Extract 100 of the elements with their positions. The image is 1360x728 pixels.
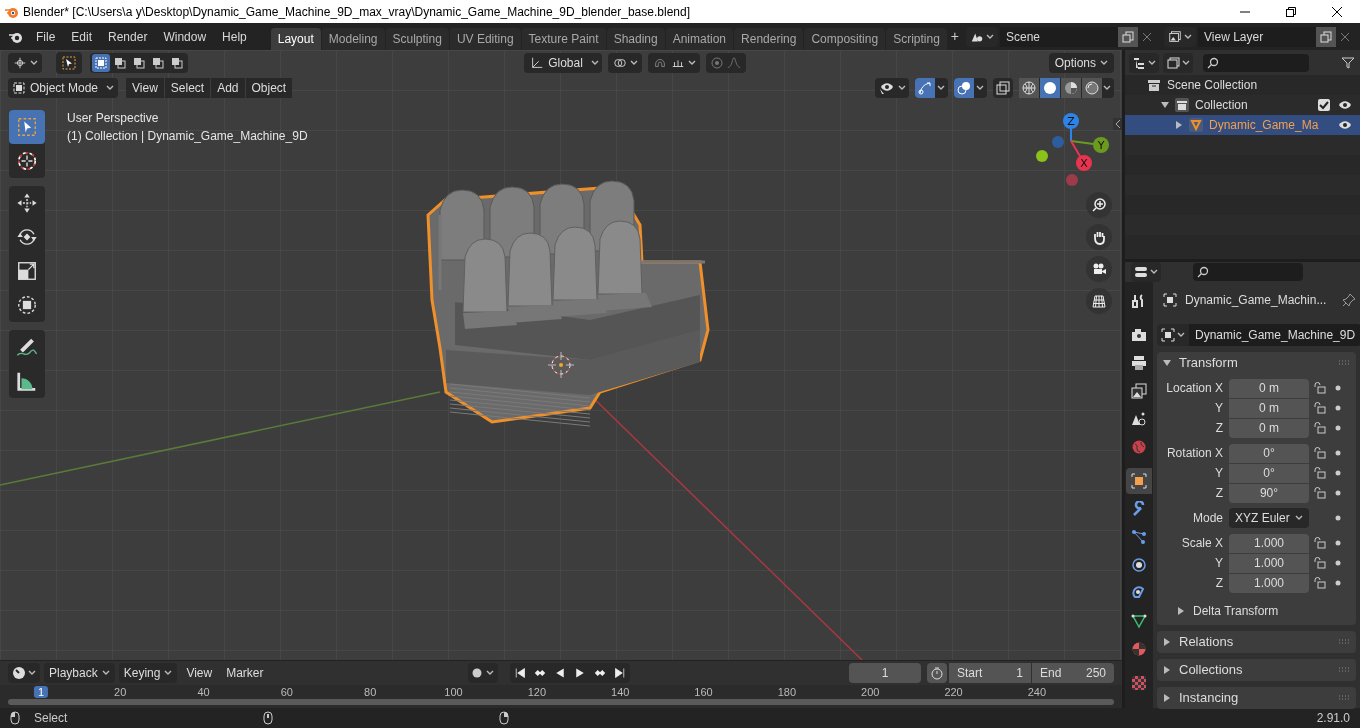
number-field[interactable]: 0 m — [1229, 418, 1309, 438]
menu-item[interactable]: Object — [245, 77, 293, 98]
menu-item[interactable]: Keying — [118, 663, 178, 683]
workspace-tab[interactable]: Rendering — [734, 28, 804, 50]
outliner-row[interactable]: Dynamic_Game_Ma — [1125, 115, 1360, 135]
start-frame-field[interactable]: Start 1 — [949, 663, 1031, 683]
menu-item[interactable]: Window — [155, 25, 215, 48]
scene-field[interactable]: Scene — [1000, 26, 1118, 47]
rotation-mode-dropdown[interactable]: XYZ Euler — [1229, 508, 1309, 528]
workspace-tab[interactable]: Layout — [270, 28, 321, 50]
xray-toggle[interactable] — [993, 77, 1013, 98]
gizmo-toggle[interactable] — [915, 77, 935, 98]
frame-number: 180 — [776, 686, 798, 698]
field-label: Rotation X — [1165, 445, 1224, 462]
mesh-icon — [1189, 118, 1203, 132]
number-field[interactable]: 1.000 — [1229, 553, 1309, 573]
workspace-tab[interactable]: Shading — [606, 28, 665, 50]
new-scene-button[interactable] — [1118, 26, 1138, 47]
search-icon — [1207, 56, 1219, 69]
menu-item[interactable]: Marker — [221, 663, 269, 683]
menu-item[interactable]: View — [181, 663, 218, 683]
workspace-tab[interactable]: Sculpting — [385, 28, 449, 50]
menu-item[interactable]: File — [28, 25, 64, 48]
orientation-dropdown[interactable]: Global — [524, 52, 603, 73]
panel-header[interactable]: Collections — [1157, 659, 1356, 681]
lock-icon — [1313, 467, 1327, 479]
workspace-tab[interactable]: Animation — [665, 28, 734, 50]
search-field[interactable] — [1193, 263, 1303, 281]
workspace-tab[interactable]: Modeling — [321, 28, 385, 50]
axis-gizmo-drawing[interactable]: Z Y X — [1036, 113, 1109, 186]
keyframe-dot-icon — [1335, 425, 1341, 431]
menu-item[interactable]: Playback — [44, 663, 115, 683]
rendered-sphere-icon — [1085, 80, 1099, 95]
filter-icon — [1342, 56, 1354, 69]
checkbox[interactable] — [1318, 99, 1330, 111]
shading-mode-button[interactable] — [1019, 77, 1039, 98]
workspace-tab[interactable]: Texture Paint — [521, 28, 606, 50]
number-field[interactable]: 90° — [1229, 483, 1309, 503]
lock-icon — [1313, 422, 1327, 434]
chevron-down-icon — [164, 670, 173, 676]
number-field[interactable]: 0 m — [1229, 378, 1309, 398]
workspace-tab[interactable]: Scripting — [886, 28, 947, 50]
pan-button[interactable] — [1086, 224, 1112, 250]
workspace-tab[interactable]: Compositing — [804, 28, 886, 50]
lock-icon — [1313, 487, 1327, 499]
workspace-tab[interactable]: UV Editing — [449, 28, 521, 50]
panel-header[interactable]: Instancing — [1157, 687, 1356, 709]
rotate-tool-icon — [16, 226, 38, 248]
view-layer-tab-icon — [1131, 383, 1147, 399]
particles-tab-icon — [1131, 529, 1147, 545]
panel-header[interactable]: Transform — [1157, 352, 1356, 374]
search-icon — [1197, 266, 1209, 278]
options-dropdown[interactable]: Options — [1048, 52, 1114, 73]
tweak-tool-button[interactable] — [56, 51, 82, 74]
data-tab-icon — [1131, 613, 1147, 629]
camera-view-button[interactable] — [1086, 256, 1112, 282]
transform-tool-icon — [16, 294, 38, 316]
menu-item[interactable]: View — [126, 77, 164, 98]
menu-item[interactable]: Render — [100, 25, 156, 48]
frame-number: 80 — [363, 686, 378, 698]
number-field[interactable]: 0° — [1229, 443, 1309, 463]
drag-handle-icon — [1338, 695, 1350, 701]
number-field[interactable]: 1.000 — [1229, 533, 1309, 553]
panel-header[interactable]: Relations — [1157, 631, 1356, 653]
current-frame-field[interactable]: 1 — [849, 663, 921, 683]
zoom-in-icon — [1091, 197, 1107, 213]
end-frame-field[interactable]: End 250 — [1032, 663, 1114, 683]
constraints-tab-icon — [1131, 585, 1147, 601]
cursor-tool-icon — [16, 150, 38, 172]
overlay-toggle[interactable] — [954, 77, 974, 98]
menu-item[interactable]: Help — [214, 25, 255, 48]
frame-number: 120 — [526, 686, 548, 698]
new-view-layer-button[interactable] — [1316, 26, 1336, 47]
menu-item[interactable]: Edit — [63, 25, 101, 48]
object-name-field[interactable]: Dynamic_Game_Machine_9D — [1189, 324, 1360, 346]
selection-mode-button[interactable] — [92, 53, 110, 72]
outliner-item-label: Collection — [1195, 97, 1248, 114]
perspective-toggle[interactable] — [1086, 288, 1112, 314]
field-label: Z — [1214, 420, 1224, 437]
chevron-down-icon — [688, 59, 697, 66]
shading-mode-button[interactable] — [1061, 77, 1081, 98]
zoom-button[interactable] — [1086, 192, 1112, 218]
mode-dropdown[interactable]: Object Mode — [8, 77, 118, 98]
subpanel-header[interactable]: Delta Transform — [1157, 601, 1279, 621]
number-field[interactable]: 0° — [1229, 463, 1309, 483]
field-label: Y — [1214, 465, 1224, 482]
play-icon — [573, 667, 586, 679]
sidebar-toggle[interactable] — [1113, 118, 1122, 130]
shading-mode-button[interactable] — [1040, 77, 1060, 98]
number-field[interactable]: 1.000 — [1229, 573, 1309, 593]
view-layer-field[interactable]: View Layer — [1198, 26, 1316, 47]
menu-item[interactable]: Select — [164, 77, 211, 98]
preview-range-toggle[interactable] — [927, 663, 947, 683]
number-field[interactable]: 0 m — [1229, 398, 1309, 418]
timeline-scrollbar[interactable] — [8, 699, 1114, 705]
search-field[interactable] — [1203, 53, 1309, 72]
shading-mode-button[interactable] — [1082, 77, 1102, 98]
menu-item[interactable]: Add — [211, 77, 245, 98]
add-workspace-button[interactable]: + — [947, 26, 962, 47]
next-keyframe-icon — [593, 667, 606, 679]
